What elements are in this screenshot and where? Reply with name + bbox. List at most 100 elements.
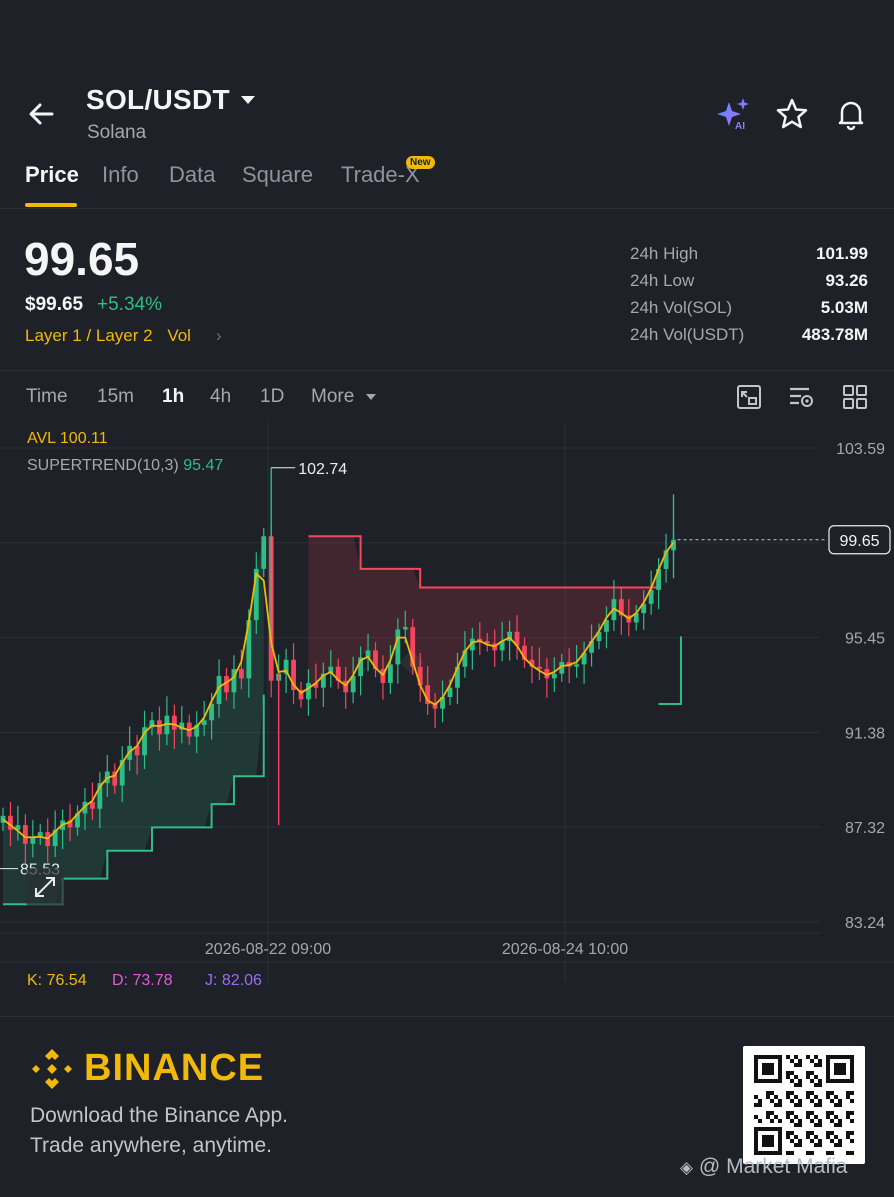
qr-module <box>798 1079 802 1083</box>
qr-module <box>818 1103 822 1107</box>
back-arrow-icon[interactable] <box>24 96 60 132</box>
qr-module <box>810 1071 814 1075</box>
qr-module <box>794 1063 798 1067</box>
candle-body <box>239 669 244 679</box>
category-tag-layer[interactable]: Layer 1 / Layer 2 <box>25 326 153 345</box>
qr-module <box>798 1139 802 1143</box>
qr-module <box>818 1143 822 1147</box>
price-chart[interactable]: 103.59 95.45 91.38 87.32 83.24 2026-08-22 09:… <box>0 422 894 992</box>
timeframe-time[interactable]: Time <box>26 386 68 408</box>
last-price: 99.65 <box>24 233 140 285</box>
qr-module <box>806 1075 810 1079</box>
qr-finder-center <box>762 1063 774 1075</box>
qr-module <box>826 1131 830 1135</box>
candle-body <box>551 673 557 679</box>
bell-notification-icon[interactable] <box>833 96 869 132</box>
qr-module <box>794 1075 798 1079</box>
qr-module <box>786 1115 790 1119</box>
qr-module <box>818 1079 822 1083</box>
ai-sparkle-icon[interactable]: AI <box>716 96 752 132</box>
qr-module <box>770 1119 774 1123</box>
timeframe-15m[interactable]: 15m <box>97 386 134 408</box>
qr-module <box>838 1119 842 1123</box>
price-divider <box>0 370 894 371</box>
qr-module <box>850 1151 854 1155</box>
supertrend-uptrend-fill <box>3 536 264 905</box>
tab-square[interactable]: Square <box>242 162 313 188</box>
qr-module <box>810 1079 814 1083</box>
qr-module <box>838 1123 842 1127</box>
price-change-percent: +5.34% <box>97 294 162 315</box>
qr-module <box>798 1123 802 1127</box>
qr-module <box>814 1095 818 1099</box>
qr-module <box>810 1139 814 1143</box>
candle-body <box>402 627 408 630</box>
star-favorite-icon[interactable] <box>774 96 810 132</box>
qr-module <box>814 1055 818 1059</box>
trading-pair-title[interactable]: SOL/USDT <box>86 84 230 116</box>
qr-module <box>786 1071 790 1075</box>
qr-module <box>798 1103 802 1107</box>
qr-module <box>810 1099 814 1103</box>
supertrend-label: SUPERTREND(10,3) <box>27 457 179 474</box>
category-tag-vol[interactable]: Vol <box>167 326 191 345</box>
timeframe-4h[interactable]: 4h <box>210 386 231 408</box>
qr-module <box>766 1115 770 1119</box>
chart-settings-icon[interactable] <box>735 383 763 411</box>
qr-module <box>786 1095 790 1099</box>
candle-body <box>306 683 311 700</box>
stat-value-24h-vol-sol: 5.03M <box>820 298 868 317</box>
qr-module <box>790 1059 794 1063</box>
qr-module <box>798 1099 802 1103</box>
qr-module <box>814 1123 818 1127</box>
qr-module <box>770 1099 774 1103</box>
qr-module <box>814 1135 818 1139</box>
category-tags[interactable]: Layer 1 / Layer 2 Vol <box>25 326 191 346</box>
layout-grid-icon[interactable] <box>841 383 869 411</box>
qr-finder-center <box>762 1135 774 1147</box>
qr-module <box>826 1091 830 1095</box>
more-caret-icon[interactable] <box>366 394 376 400</box>
qr-code-image <box>754 1055 854 1155</box>
tab-price[interactable]: Price <box>25 162 79 188</box>
qr-module <box>786 1055 790 1059</box>
tab-info[interactable]: Info <box>102 162 139 188</box>
qr-module <box>810 1111 814 1115</box>
timeframe-1d[interactable]: 1D <box>260 386 284 408</box>
qr-module <box>850 1091 854 1095</box>
timeframe-1h[interactable]: 1h <box>162 386 184 408</box>
qr-module <box>766 1111 770 1115</box>
qr-module <box>794 1135 798 1139</box>
tab-data[interactable]: Data <box>169 162 215 188</box>
chevron-right-icon[interactable]: › <box>216 326 222 346</box>
indicator-settings-icon[interactable] <box>787 383 815 411</box>
qr-module <box>834 1123 838 1127</box>
qr-module <box>786 1131 790 1135</box>
qr-module <box>786 1111 790 1115</box>
qr-module <box>818 1139 822 1143</box>
qr-module <box>810 1131 814 1135</box>
qr-module <box>778 1099 782 1103</box>
qr-module <box>850 1099 854 1103</box>
qr-module <box>826 1115 830 1119</box>
qr-code[interactable] <box>743 1046 865 1164</box>
stat-label-24h-high: 24h High <box>630 244 699 263</box>
qr-module <box>830 1111 834 1115</box>
qr-module <box>790 1079 794 1083</box>
qr-module <box>830 1091 834 1095</box>
x-tick-label: 2026-08-24 10:00 <box>502 941 628 958</box>
kdj-k-value: K: 76.54 <box>27 972 87 989</box>
qr-module <box>758 1103 762 1107</box>
qr-module <box>834 1103 838 1107</box>
candle-body <box>201 720 207 725</box>
qr-module <box>798 1083 802 1087</box>
qr-module <box>774 1095 778 1099</box>
candle-body <box>171 715 177 730</box>
asset-name: Solana <box>87 122 147 143</box>
qr-module <box>830 1099 834 1103</box>
stat-value-24h-high: 101.99 <box>816 244 868 263</box>
qr-module <box>814 1083 818 1087</box>
pair-dropdown-caret-icon[interactable] <box>241 96 255 104</box>
timeframe-more[interactable]: More <box>311 386 354 408</box>
qr-module <box>794 1055 798 1059</box>
